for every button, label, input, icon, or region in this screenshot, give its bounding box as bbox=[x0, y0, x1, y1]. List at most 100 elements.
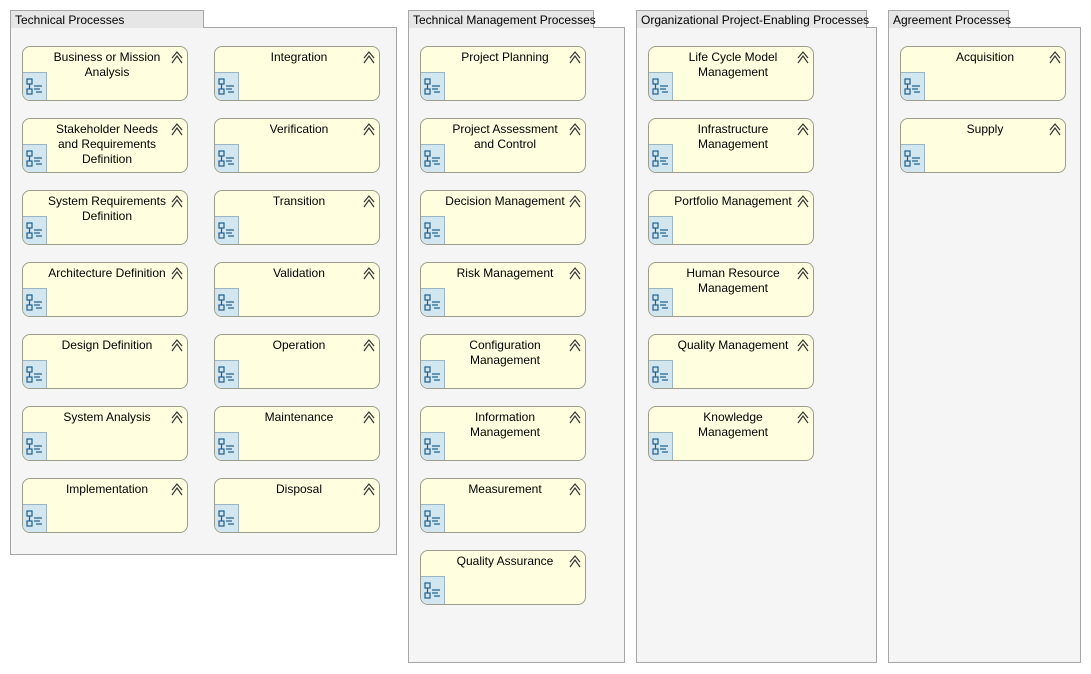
process-disposal[interactable]: Disposal bbox=[214, 478, 380, 533]
process-function-icon bbox=[215, 144, 239, 172]
chevron-up-icon[interactable] bbox=[362, 339, 376, 353]
process-stakeholder-needs-and-requirements-definition[interactable]: Stakeholder Needs and Requirements Defin… bbox=[22, 118, 188, 173]
chevron-up-icon[interactable] bbox=[1048, 51, 1062, 65]
process-integration[interactable]: Integration bbox=[214, 46, 380, 101]
chevron-up-icon[interactable] bbox=[796, 123, 810, 137]
process-function-icon bbox=[23, 144, 47, 172]
process-measurement[interactable]: Measurement bbox=[420, 478, 586, 533]
chevron-up-icon[interactable] bbox=[796, 51, 810, 65]
process-label: Acquisition bbox=[955, 50, 1015, 64]
chevron-up-icon[interactable] bbox=[362, 195, 376, 209]
chevron-up-icon[interactable] bbox=[796, 339, 810, 353]
chevron-up-icon[interactable] bbox=[362, 483, 376, 497]
process-function-icon bbox=[649, 144, 673, 172]
process-system-requirements-definition[interactable]: System Requirements Definition bbox=[22, 190, 188, 245]
process-label: Operation bbox=[272, 338, 326, 352]
chevron-up-icon[interactable] bbox=[1048, 123, 1062, 137]
process-validation[interactable]: Validation bbox=[214, 262, 380, 317]
group-title[interactable]: Technical Processes bbox=[10, 10, 204, 28]
group-technical-management-processes: Technical Management Processes Project P… bbox=[408, 10, 625, 663]
chevron-up-icon[interactable] bbox=[170, 51, 184, 65]
process-verification[interactable]: Verification bbox=[214, 118, 380, 173]
process-quality-management[interactable]: Quality Management bbox=[648, 334, 814, 389]
process-function-icon bbox=[23, 504, 47, 532]
process-label: Project Assessment and Control bbox=[452, 122, 558, 151]
chevron-up-icon[interactable] bbox=[170, 483, 184, 497]
process-function-icon bbox=[215, 432, 239, 460]
process-risk-management[interactable]: Risk Management bbox=[420, 262, 586, 317]
process-supply[interactable]: Supply bbox=[900, 118, 1066, 173]
process-business-or-mission-analysis[interactable]: Business or Mission Analysis bbox=[22, 46, 188, 101]
group-title[interactable]: Organizational Project-Enabling Processe… bbox=[636, 10, 869, 28]
group-title[interactable]: Technical Management Processes bbox=[408, 10, 596, 28]
process-function-icon bbox=[215, 288, 239, 316]
process-maintenance[interactable]: Maintenance bbox=[214, 406, 380, 461]
chevron-up-icon[interactable] bbox=[568, 483, 582, 497]
process-label: Quality Assurance bbox=[456, 554, 554, 568]
chevron-up-icon[interactable] bbox=[170, 339, 184, 353]
chevron-up-icon[interactable] bbox=[568, 195, 582, 209]
chevron-up-icon[interactable] bbox=[568, 555, 582, 569]
chevron-up-icon[interactable] bbox=[568, 411, 582, 425]
chevron-up-icon[interactable] bbox=[568, 339, 582, 353]
process-system-analysis[interactable]: System Analysis bbox=[22, 406, 188, 461]
chevron-up-icon[interactable] bbox=[568, 123, 582, 137]
process-label: Life Cycle Model Management bbox=[688, 50, 778, 79]
group-title[interactable]: Agreement Processes bbox=[888, 10, 1011, 28]
process-information-management[interactable]: Information Management bbox=[420, 406, 586, 461]
chevron-up-icon[interactable] bbox=[170, 267, 184, 281]
chevron-up-icon[interactable] bbox=[796, 267, 810, 281]
process-function-icon bbox=[421, 360, 445, 388]
process-human-resource-management[interactable]: Human Resource Management bbox=[648, 262, 814, 317]
process-knowledge-management[interactable]: Knowledge Management bbox=[648, 406, 814, 461]
process-label: Transition bbox=[272, 194, 326, 208]
process-function-icon bbox=[649, 288, 673, 316]
chevron-up-icon[interactable] bbox=[362, 123, 376, 137]
process-life-cycle-model-management[interactable]: Life Cycle Model Management bbox=[648, 46, 814, 101]
chevron-up-icon[interactable] bbox=[170, 411, 184, 425]
process-design-definition[interactable]: Design Definition bbox=[22, 334, 188, 389]
process-label: Knowledge Management bbox=[697, 410, 769, 439]
group-technical-processes: Technical Processes Business or Mission … bbox=[10, 10, 397, 555]
process-function-icon bbox=[215, 504, 239, 532]
process-project-planning[interactable]: Project Planning bbox=[420, 46, 586, 101]
process-label: Design Definition bbox=[61, 338, 153, 352]
group-organizational-project-enabling-processes: Organizational Project-Enabling Processe… bbox=[636, 10, 877, 663]
process-label: Human Resource Management bbox=[686, 266, 780, 295]
process-infrastructure-management[interactable]: Infrastructure Management bbox=[648, 118, 814, 173]
process-label: Measurement bbox=[468, 482, 542, 496]
process-architecture-definition[interactable]: Architecture Definition bbox=[22, 262, 188, 317]
process-project-assessment-and-control[interactable]: Project Assessment and Control bbox=[420, 118, 586, 173]
process-label: Validation bbox=[273, 266, 325, 280]
process-decision-management[interactable]: Decision Management bbox=[420, 190, 586, 245]
process-label: Quality Management bbox=[677, 338, 789, 352]
process-function-icon bbox=[215, 72, 239, 100]
chevron-up-icon[interactable] bbox=[362, 267, 376, 281]
process-label: Business or Mission Analysis bbox=[53, 50, 161, 79]
process-function-icon bbox=[23, 216, 47, 244]
chevron-up-icon[interactable] bbox=[568, 267, 582, 281]
process-function-icon bbox=[649, 432, 673, 460]
process-label: Integration bbox=[270, 50, 328, 64]
process-implementation[interactable]: Implementation bbox=[22, 478, 188, 533]
process-label: Information Management bbox=[469, 410, 541, 439]
chevron-up-icon[interactable] bbox=[362, 51, 376, 65]
process-acquisition[interactable]: Acquisition bbox=[900, 46, 1066, 101]
process-function-icon bbox=[421, 144, 445, 172]
process-quality-assurance[interactable]: Quality Assurance bbox=[420, 550, 586, 605]
process-function-icon bbox=[901, 144, 925, 172]
process-operation[interactable]: Operation bbox=[214, 334, 380, 389]
process-label: Supply bbox=[966, 122, 1004, 136]
process-transition[interactable]: Transition bbox=[214, 190, 380, 245]
process-portfolio-management[interactable]: Portfolio Management bbox=[648, 190, 814, 245]
chevron-up-icon[interactable] bbox=[170, 123, 184, 137]
chevron-up-icon[interactable] bbox=[568, 51, 582, 65]
process-configuration-management[interactable]: Configuration Management bbox=[420, 334, 586, 389]
chevron-up-icon[interactable] bbox=[362, 411, 376, 425]
chevron-up-icon[interactable] bbox=[796, 195, 810, 209]
process-function-icon bbox=[23, 360, 47, 388]
chevron-up-icon[interactable] bbox=[796, 411, 810, 425]
process-label: Risk Management bbox=[456, 266, 554, 280]
process-function-icon bbox=[421, 504, 445, 532]
chevron-up-icon[interactable] bbox=[170, 195, 184, 209]
